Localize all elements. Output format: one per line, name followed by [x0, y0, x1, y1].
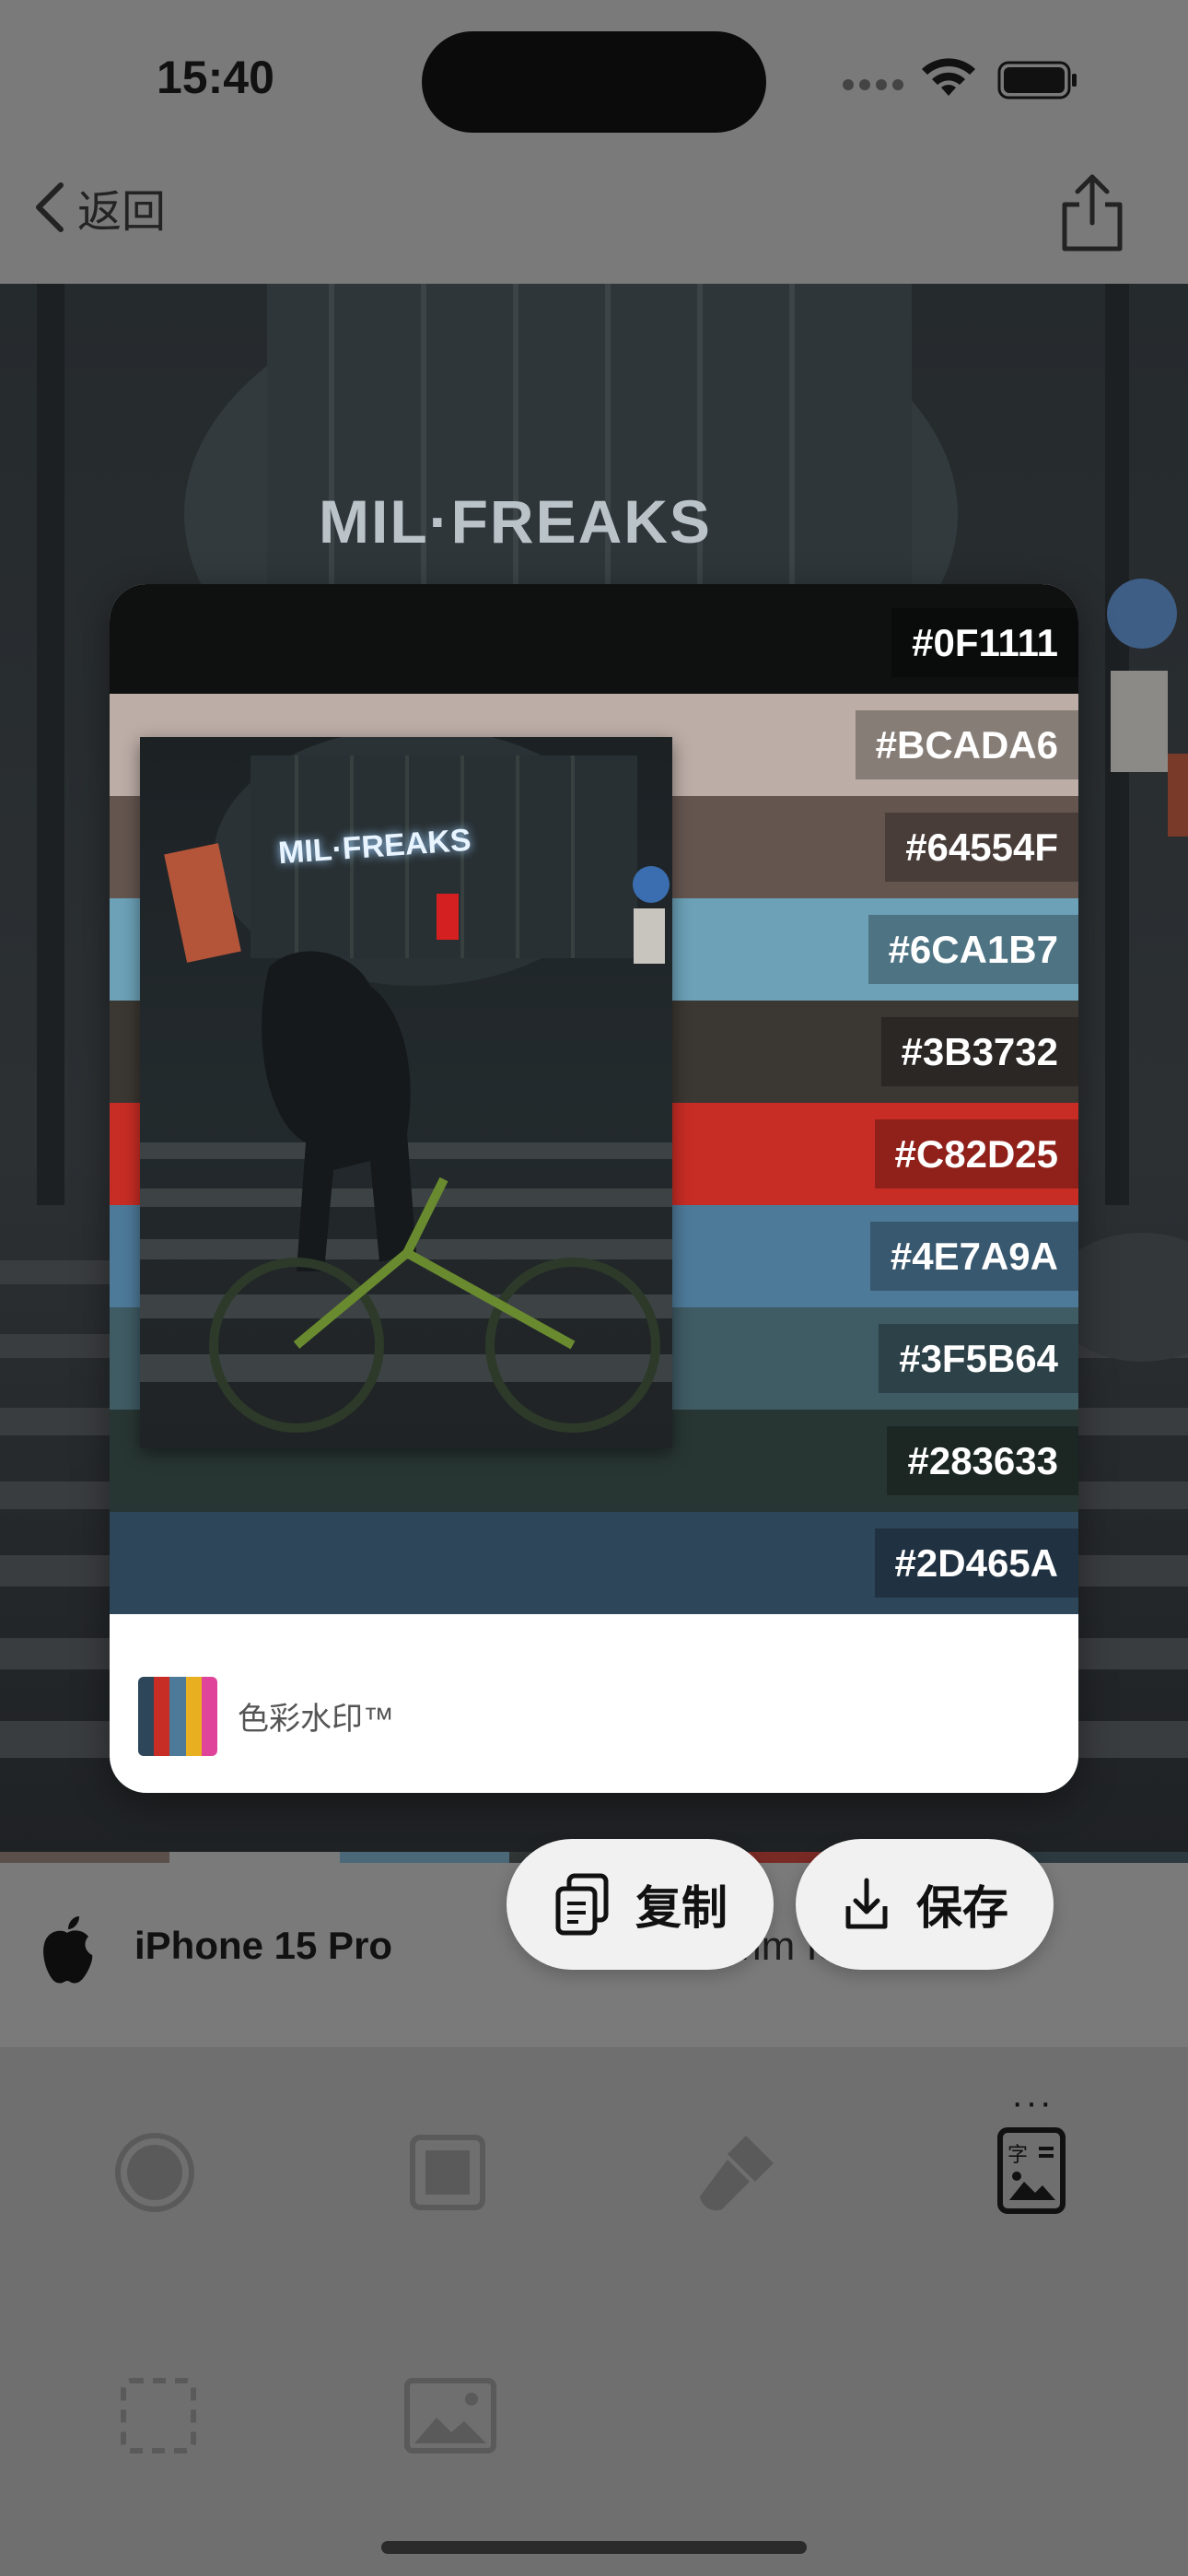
hex-code-label[interactable]: #2D465A: [874, 1528, 1078, 1598]
palette-band: #2D465A: [110, 1512, 1078, 1614]
strip-swatch: [169, 1852, 340, 1863]
circle-style-icon[interactable]: [109, 2126, 201, 2219]
palette-band: #0F1111: [110, 584, 1078, 694]
status-time: 15:40: [157, 52, 274, 103]
download-icon: [845, 1878, 888, 1929]
back-button[interactable]: 返回: [31, 175, 166, 240]
brand-logo-stripe: [201, 1677, 217, 1756]
brand-logo-stripe: [154, 1677, 170, 1756]
wifi-icon: [922, 58, 975, 96]
hex-code-label[interactable]: #4E7A9A: [869, 1222, 1078, 1291]
device-name: iPhone 15 Pro: [134, 1924, 393, 1967]
hex-code-label[interactable]: #C82D25: [874, 1119, 1078, 1188]
battery-icon: [997, 61, 1077, 100]
image-icon[interactable]: [400, 2370, 501, 2462]
save-button[interactable]: 保存: [796, 1839, 1054, 1970]
hex-code-label[interactable]: #3F5B64: [879, 1324, 1078, 1393]
cellular-signal-icon: [843, 79, 907, 94]
hex-code-label[interactable]: #64554F: [885, 813, 1078, 882]
hex-code-label[interactable]: #6CA1B7: [868, 915, 1078, 984]
strip-swatch: [339, 1852, 509, 1863]
apple-logo-icon: [43, 1916, 93, 1984]
strip-swatch: [1018, 1852, 1188, 1863]
more-options-icon[interactable]: ···: [1011, 2082, 1054, 2124]
brand-logo-stripe: [185, 1677, 202, 1756]
chevron-left-icon: [36, 182, 64, 232]
back-label: 返回: [77, 188, 167, 237]
hex-code-label[interactable]: #BCADA6: [855, 710, 1078, 779]
copy-label: 复制: [635, 1882, 728, 1934]
sign-text: MIL·FREAKS: [319, 487, 712, 556]
home-indicator: [381, 2541, 807, 2554]
svg-text:字: 字: [1007, 2144, 1028, 2167]
nav-bar: [0, 157, 1188, 284]
copy-button[interactable]: 复制: [507, 1839, 774, 1970]
dynamic-island: [422, 31, 766, 133]
brand-logo-stripe: [169, 1677, 186, 1756]
share-icon[interactable]: [1055, 171, 1129, 254]
brand-logo-icon: [138, 1677, 217, 1756]
hex-code-label[interactable]: #0F1111: [891, 608, 1078, 677]
hex-code-label[interactable]: #283633: [887, 1426, 1078, 1495]
watermark-template-icon[interactable]: 字: [985, 2125, 1077, 2217]
brush-icon[interactable]: [691, 2126, 783, 2219]
hex-code-label[interactable]: #3B3732: [880, 1017, 1078, 1086]
strip-swatch: [0, 1852, 170, 1863]
card-photo-thumbnail: MIL·FREAKS: [140, 737, 672, 1448]
brand-logo-stripe: [138, 1677, 155, 1756]
copy-icon: [555, 1873, 609, 1936]
frame-style-icon[interactable]: [402, 2126, 494, 2219]
save-label: 保存: [916, 1882, 1008, 1934]
brand-text: 色彩水印™: [238, 1702, 394, 1737]
crop-selection-icon[interactable]: [112, 2370, 204, 2462]
